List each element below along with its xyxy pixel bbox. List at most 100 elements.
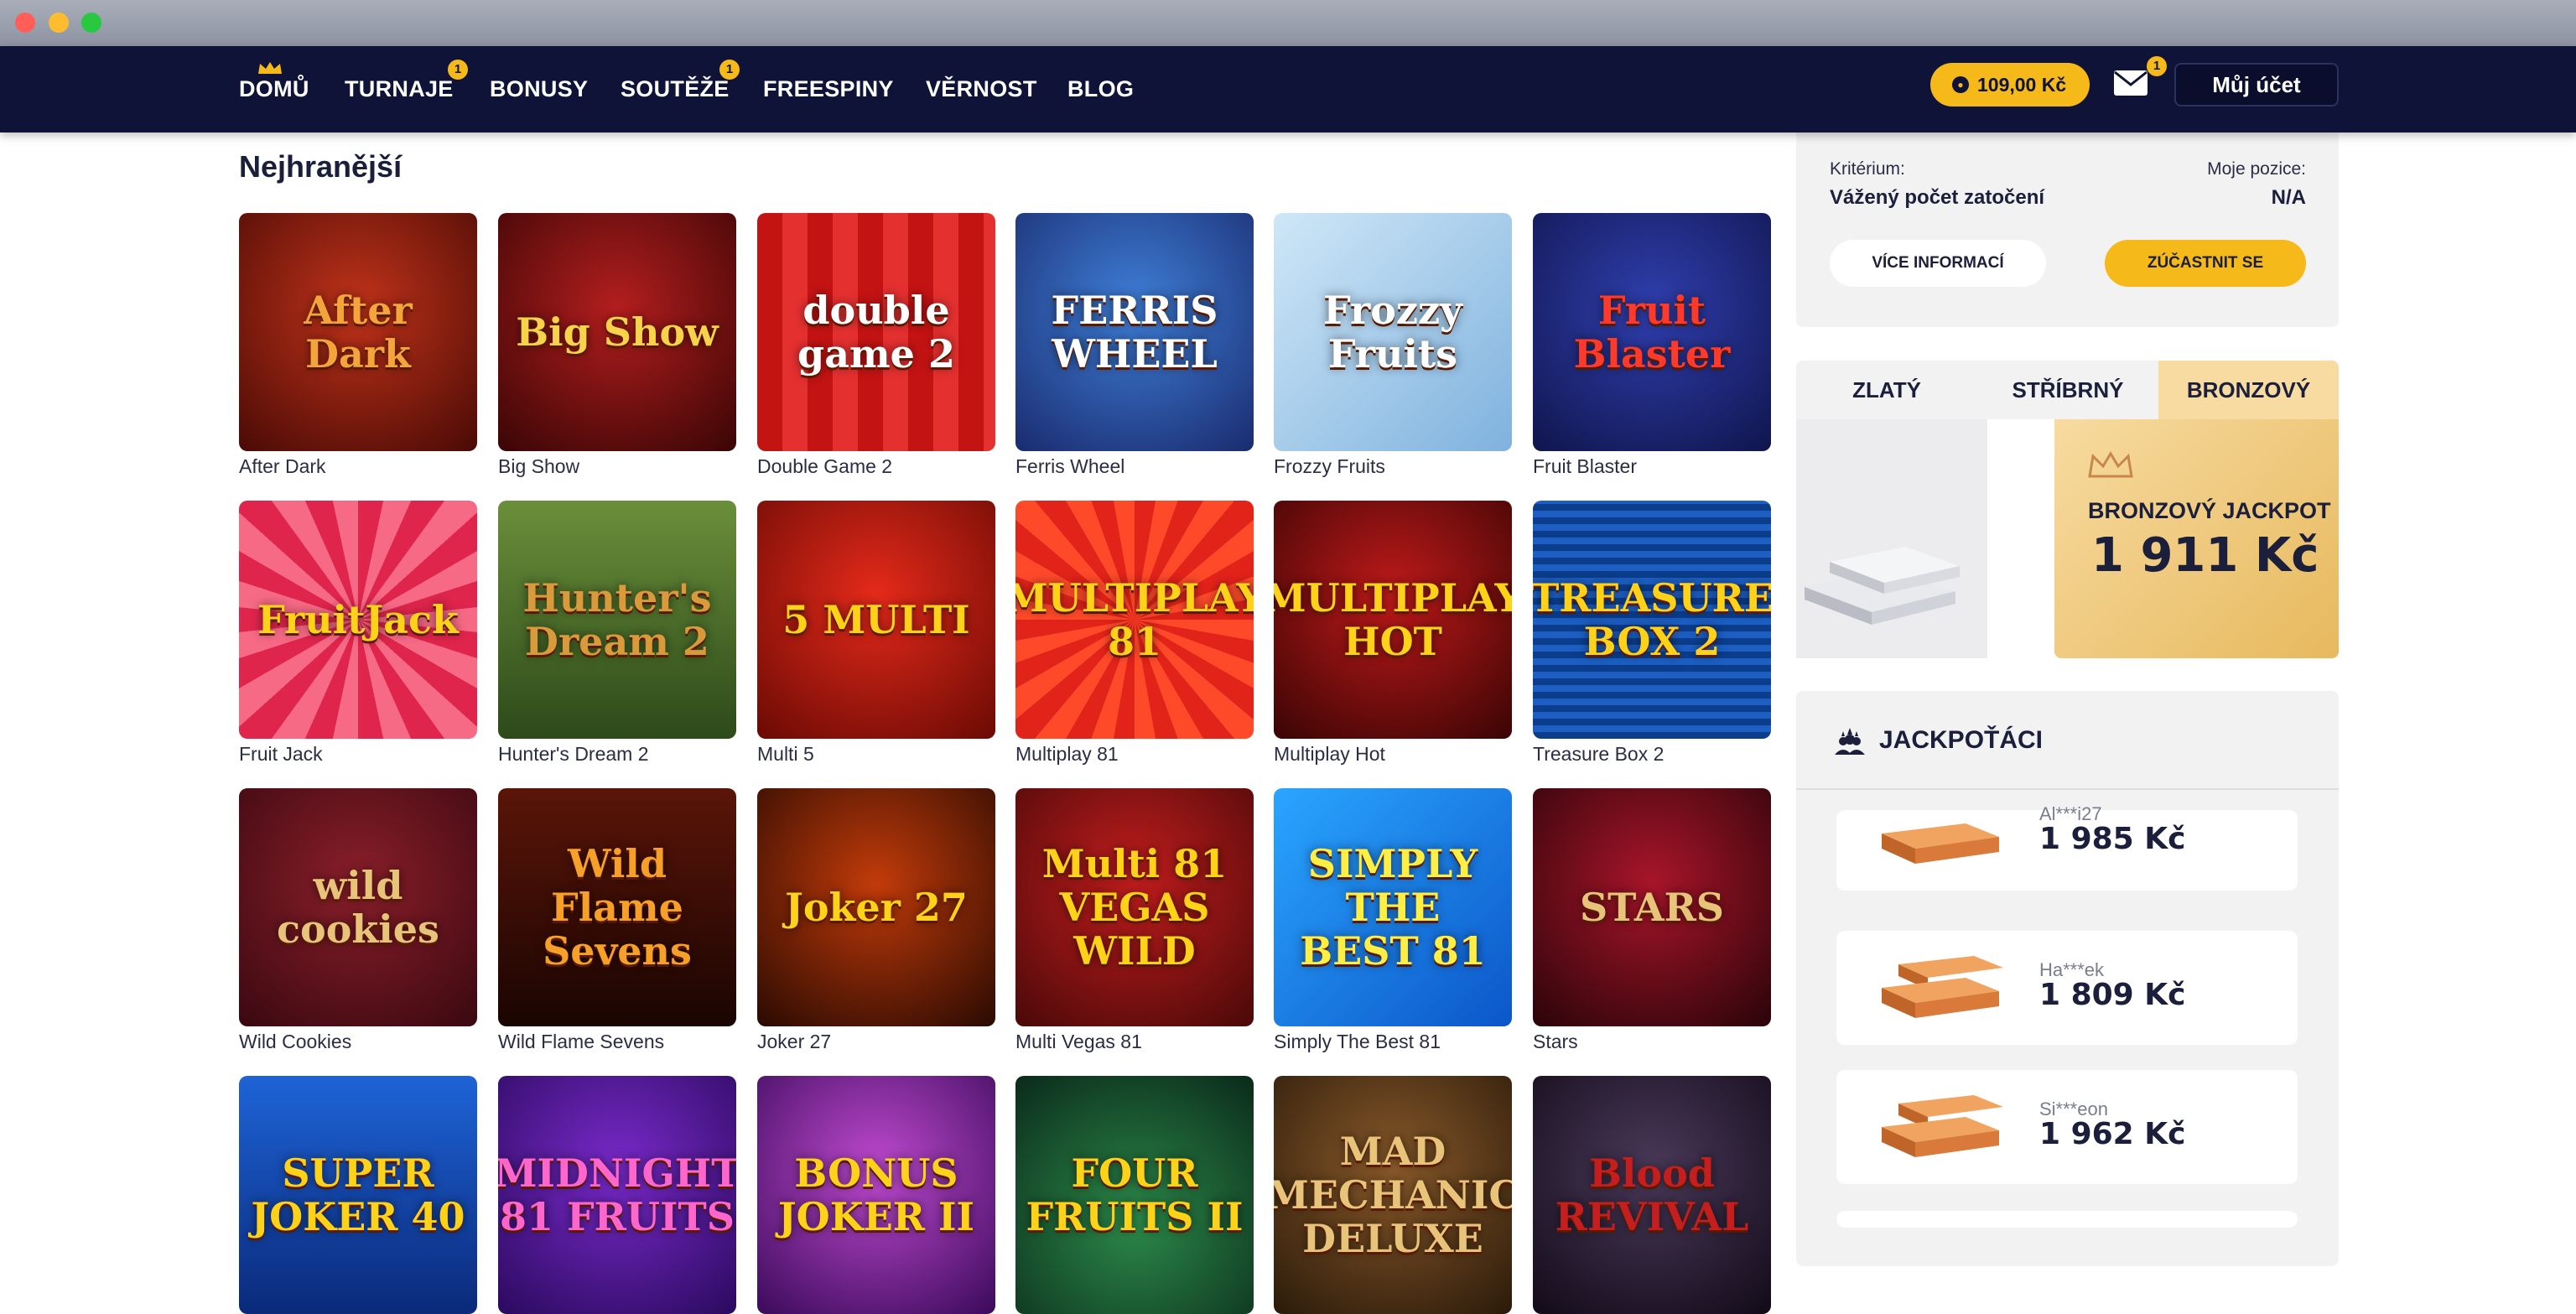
winner-card-partial [1836,1211,2298,1228]
game-name[interactable]: Multiplay Hot [1274,743,1385,766]
game-tile[interactable]: Blood REVIVAL [1533,1076,1771,1314]
game-name[interactable]: Treasure Box 2 [1533,743,1664,766]
my-account-button[interactable]: Můj účet [2174,63,2339,106]
tab-stribrny[interactable]: STŘÍBRNÝ [1977,361,2158,419]
mail-badge: 1 [2147,56,2167,76]
game-tile[interactable]: BONUS JOKER II [757,1076,995,1314]
game-tile[interactable]: Fruit Blaster [1533,213,1771,451]
winner-amount: 1 985 Kč [2039,822,2186,856]
game-tile-artwork: Big Show [516,309,719,355]
game-tile[interactable]: Joker 27 [757,788,995,1026]
winners-icon [1835,728,1865,755]
position-value: N/A [2271,186,2306,209]
game-tile-artwork: Joker 27 [785,885,968,930]
winner-amount: 1 809 Kč [2039,978,2186,1012]
game-tile-artwork: 5 MULTI [782,597,970,642]
game-name[interactable]: Simply The Best 81 [1274,1031,1441,1053]
game-name[interactable]: Multi 5 [757,743,814,766]
game-tile[interactable]: SUPER JOKER 40 [239,1076,477,1314]
game-tile-artwork: Wild Flame Sevens [543,841,692,974]
game-name[interactable]: Frozzy Fruits [1274,455,1385,478]
minimize-window-icon[interactable] [49,13,69,33]
game-tile-artwork: TREASURE BOX 2 [1533,575,1771,664]
game-tile[interactable]: After Dark [239,213,477,451]
nav-item-bonusy[interactable]: BONUSY [490,76,588,102]
game-tile-artwork: MAD MECHANIC DELUXE [1274,1129,1512,1261]
game-tile-artwork: Fruit Blaster [1573,288,1731,377]
game-tile[interactable]: MULTIPLAY 81 [1015,501,1254,739]
balance-value: 109,00 Kč [1977,74,2067,96]
game-tile[interactable]: 5 MULTI [757,501,995,739]
game-name[interactable]: Hunter's Dream 2 [498,743,649,766]
game-name[interactable]: Stars [1533,1031,1578,1053]
game-tile[interactable]: SIMPLY THE BEST 81 [1274,788,1512,1026]
tab-bronzovy[interactable]: BRONZOVÝ [2158,361,2339,419]
close-window-icon[interactable] [15,13,35,33]
maximize-window-icon[interactable] [81,13,101,33]
tab-zlaty[interactable]: ZLATÝ [1796,361,1977,419]
game-tile[interactable]: FOUR FRUITS II [1015,1076,1254,1314]
game-tile[interactable]: FERRIS WHEEL [1015,213,1254,451]
crown-icon [258,62,282,74]
game-name[interactable]: Multiplay 81 [1015,743,1119,766]
nav-item-turnaje[interactable]: TURNAJE [345,76,454,102]
criterion-value: Vážený počet zatočení [1830,186,2045,209]
more-info-button[interactable]: VÍCE INFORMACÍ [1830,240,2046,287]
jackpot-winners-panel: JACKPOŤÁCI Al***i27 1 985 Kč Ha***ek 1 8… [1796,691,2339,1266]
top-navigation: DOMŮ TURNAJE 1 BONUSY SOUTĚŽE 1 FREESPIN… [0,46,2576,132]
game-name[interactable]: Fruit Blaster [1533,455,1637,478]
silver-jackpot-card [1796,419,1987,658]
nav-item-domu[interactable]: DOMŮ [239,76,309,102]
game-tile-artwork: MULTIPLAY 81 [1015,575,1254,664]
game-tile[interactable]: Wild Flame Sevens [498,788,736,1026]
nav-item-souteze[interactable]: SOUTĚŽE [621,76,730,102]
game-tile[interactable]: MAD MECHANIC DELUXE [1274,1076,1512,1314]
game-name[interactable]: Fruit Jack [239,743,323,766]
game-name[interactable]: After Dark [239,455,326,478]
game-tile-artwork: MULTIPLAY HOT [1274,575,1512,664]
game-tile-artwork: wild cookies [277,863,439,952]
game-tile[interactable]: STARS [1533,788,1771,1026]
game-name[interactable]: Big Show [498,455,579,478]
game-name[interactable]: Wild Flame Sevens [498,1031,664,1053]
winner-card: Ha***ek 1 809 Kč [1836,931,2298,1045]
balance-button[interactable]: ● 109,00 Kč [1930,63,2090,106]
game-name[interactable]: Ferris Wheel [1015,455,1124,478]
criterion-label: Kritérium: [1830,159,1905,179]
game-tile-artwork: Blood REVIVAL [1555,1150,1749,1239]
game-name[interactable]: Joker 27 [757,1031,831,1053]
game-tile[interactable]: double game 2 [757,213,995,451]
souteze-badge: 1 [719,60,740,80]
jackpot-winners-header: JACKPOŤÁCI [1796,691,2339,790]
game-tile[interactable]: TREASURE BOX 2 [1533,501,1771,739]
crown-outline-icon [2088,451,2133,478]
join-button[interactable]: ZÚČASTNIT SE [2105,240,2306,287]
game-tile-artwork: Hunter's Dream 2 [522,575,712,664]
game-name[interactable]: Multi Vegas 81 [1015,1031,1142,1053]
game-name[interactable]: Double Game 2 [757,455,892,478]
mail-icon[interactable] [2113,70,2148,96]
window-titlebar [0,0,2576,46]
winner-amount: 1 962 Kč [2039,1117,2186,1151]
game-tile[interactable]: FruitJack [239,501,477,739]
game-tile[interactable]: Hunter's Dream 2 [498,501,736,739]
game-tile[interactable]: Multi 81 VEGAS WILD [1015,788,1254,1026]
game-tile-artwork: Frozzy Fruits [1323,288,1462,377]
position-label: Moje pozice: [2207,159,2306,179]
game-tile-artwork: FOUR FRUITS II [1026,1150,1244,1239]
game-tile[interactable]: MIDNIGHT 81 FRUITS [498,1076,736,1314]
jackpot-title: BRONZOVÝ JACKPOT [2088,498,2331,523]
jackpot-amount: 1 911 Kč [2091,528,2319,583]
game-tile-artwork: FERRIS WHEEL [1051,288,1218,377]
game-name[interactable]: Wild Cookies [239,1031,351,1053]
game-tile-artwork: Multi 81 VEGAS WILD [1041,841,1228,974]
winner-card: Si***eon 1 962 Kč [1836,1070,2298,1184]
game-tile[interactable]: Frozzy Fruits [1274,213,1512,451]
game-tile-artwork: BONUS JOKER II [777,1150,975,1239]
nav-item-freespiny[interactable]: FREESPINY [763,76,894,102]
game-tile[interactable]: wild cookies [239,788,477,1026]
game-tile[interactable]: MULTIPLAY HOT [1274,501,1512,739]
nav-item-blog[interactable]: BLOG [1067,76,1134,102]
game-tile[interactable]: Big Show [498,213,736,451]
nav-item-vernost[interactable]: VĚRNOST [926,76,1037,102]
